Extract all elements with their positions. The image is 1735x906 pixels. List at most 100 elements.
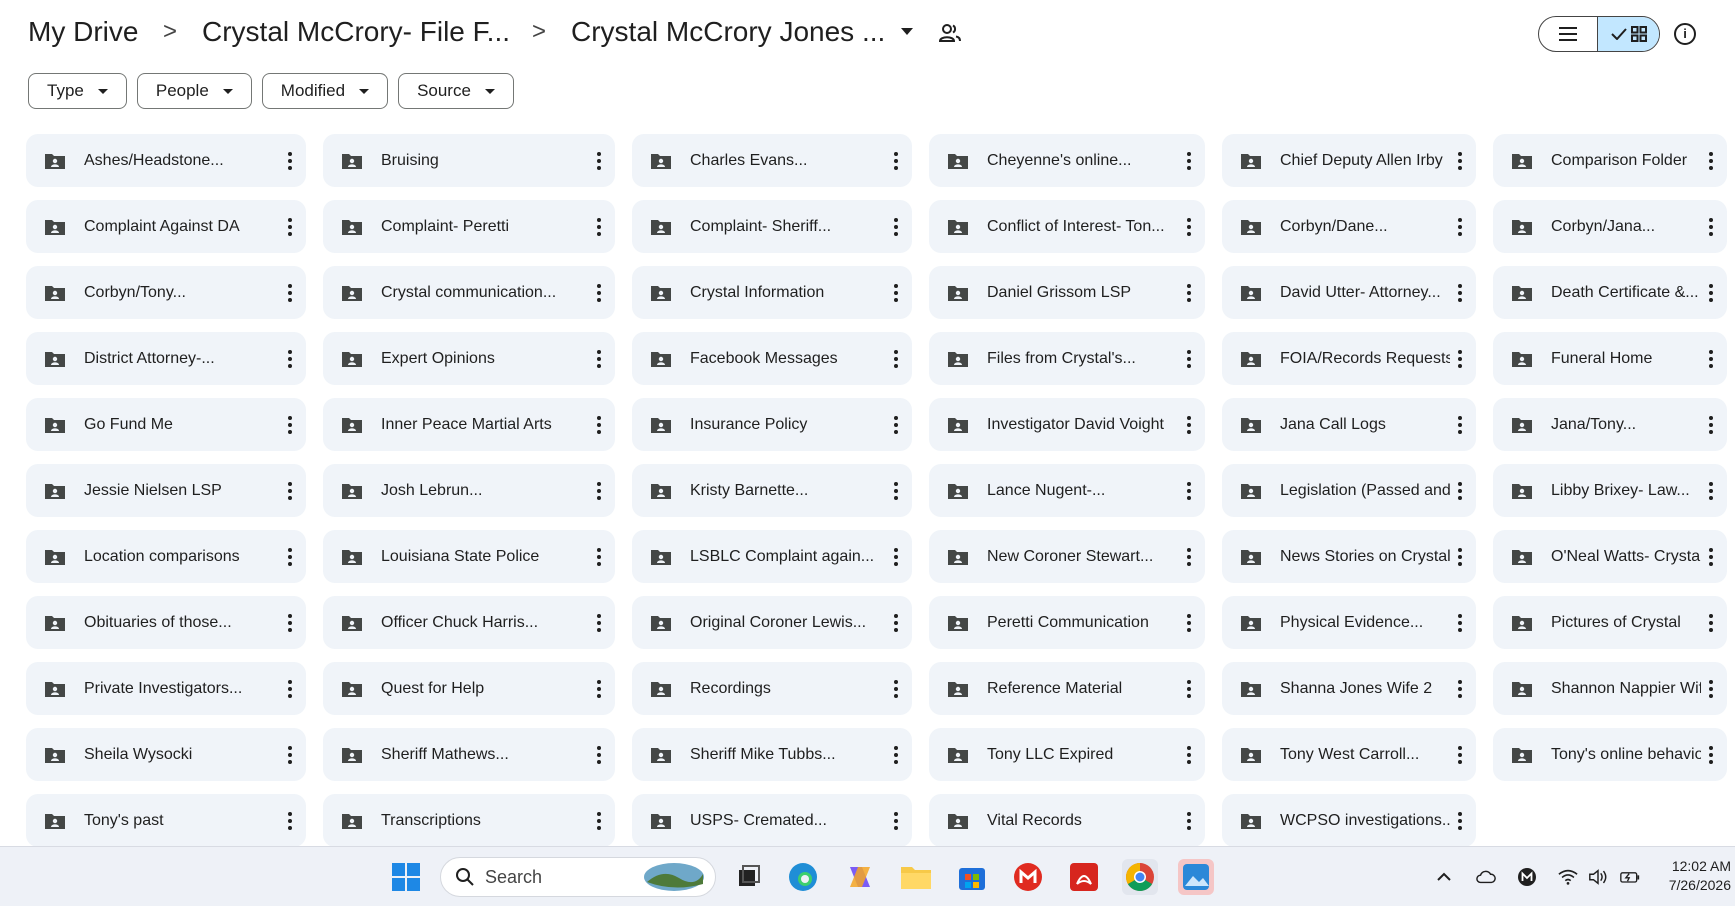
filter-source[interactable]: Source <box>398 73 514 109</box>
more-actions-icon[interactable] <box>1179 149 1199 173</box>
more-actions-icon[interactable] <box>1450 743 1470 767</box>
more-actions-icon[interactable] <box>280 281 300 305</box>
more-actions-icon[interactable] <box>886 743 906 767</box>
more-actions-icon[interactable] <box>886 281 906 305</box>
folder-item[interactable]: Libby Brixey- Law... <box>1493 464 1727 517</box>
more-actions-icon[interactable] <box>589 215 609 239</box>
more-actions-icon[interactable] <box>1179 413 1199 437</box>
folder-item[interactable]: Recordings <box>632 662 912 715</box>
folder-item[interactable]: Tony LLC Expired <box>929 728 1205 781</box>
folder-item[interactable]: Comparison Folder <box>1493 134 1727 187</box>
more-actions-icon[interactable] <box>1701 215 1721 239</box>
folder-item[interactable]: WCPSO investigations... <box>1222 794 1476 846</box>
filter-people[interactable]: People <box>136 73 252 109</box>
folder-item[interactable]: Shannon Nappier Wife 1 <box>1493 662 1727 715</box>
grid-layout-button[interactable] <box>1598 17 1659 51</box>
wifi-icon[interactable] <box>1558 867 1578 887</box>
more-actions-icon[interactable] <box>589 149 609 173</box>
adobe-acrobat-icon[interactable] <box>1066 859 1102 895</box>
taskbar-search[interactable]: Search <box>440 857 716 897</box>
folder-item[interactable]: Sheila Wysocki <box>26 728 306 781</box>
more-actions-icon[interactable] <box>1450 281 1470 305</box>
filter-modified[interactable]: Modified <box>261 73 389 109</box>
more-actions-icon[interactable] <box>1701 545 1721 569</box>
more-actions-icon[interactable] <box>1701 281 1721 305</box>
folder-item[interactable]: Tony's past <box>26 794 306 846</box>
task-view-icon[interactable] <box>730 859 766 895</box>
more-actions-icon[interactable] <box>886 479 906 503</box>
folder-item[interactable]: Bruising <box>323 134 615 187</box>
more-actions-icon[interactable] <box>589 413 609 437</box>
more-actions-icon[interactable] <box>1179 743 1199 767</box>
more-actions-icon[interactable] <box>589 281 609 305</box>
folder-item[interactable]: Crystal Information <box>632 266 912 319</box>
more-actions-icon[interactable] <box>280 413 300 437</box>
folder-item[interactable]: Josh Lebrun... <box>323 464 615 517</box>
edge-browser-icon[interactable] <box>785 859 821 895</box>
more-actions-icon[interactable] <box>886 413 906 437</box>
more-actions-icon[interactable] <box>280 611 300 635</box>
folder-item[interactable]: Complaint- Peretti <box>323 200 615 253</box>
folder-item[interactable]: Legislation (Passed and... <box>1222 464 1476 517</box>
more-actions-icon[interactable] <box>1701 149 1721 173</box>
volume-icon[interactable] <box>1588 867 1608 887</box>
folder-item[interactable]: Complaint- Sheriff... <box>632 200 912 253</box>
more-actions-icon[interactable] <box>1701 677 1721 701</box>
list-layout-button[interactable] <box>1539 17 1599 51</box>
more-actions-icon[interactable] <box>280 149 300 173</box>
folder-item[interactable]: Facebook Messages <box>632 332 912 385</box>
folder-item[interactable]: Kristy Barnette... <box>632 464 912 517</box>
more-actions-icon[interactable] <box>1450 545 1470 569</box>
folder-item[interactable]: Daniel Grissom LSP <box>929 266 1205 319</box>
more-actions-icon[interactable] <box>1701 743 1721 767</box>
more-actions-icon[interactable] <box>589 347 609 371</box>
microsoft-store-icon[interactable] <box>954 859 990 895</box>
system-clock[interactable]: 12:02 AM 7/26/2026 <box>1655 857 1731 895</box>
photos-app-icon[interactable] <box>1178 859 1214 895</box>
more-actions-icon[interactable] <box>280 215 300 239</box>
folder-item[interactable]: Files from Crystal's... <box>929 332 1205 385</box>
folder-item[interactable]: Officer Chuck Harris... <box>323 596 615 649</box>
folder-item[interactable]: New Coroner Stewart... <box>929 530 1205 583</box>
folder-item[interactable]: Inner Peace Martial Arts <box>323 398 615 451</box>
folder-item[interactable]: Jessie Nielsen LSP <box>26 464 306 517</box>
more-actions-icon[interactable] <box>1450 809 1470 833</box>
copilot-icon[interactable] <box>842 859 878 895</box>
more-actions-icon[interactable] <box>280 479 300 503</box>
file-explorer-icon[interactable] <box>898 859 934 895</box>
more-actions-icon[interactable] <box>589 809 609 833</box>
battery-charging-icon[interactable] <box>1620 867 1640 887</box>
folder-item[interactable]: Peretti Communication <box>929 596 1205 649</box>
more-actions-icon[interactable] <box>1450 413 1470 437</box>
folder-item[interactable]: Sheriff Mike Tubbs... <box>632 728 912 781</box>
folder-item[interactable]: Corbyn/Tony... <box>26 266 306 319</box>
folder-item[interactable]: Location comparisons <box>26 530 306 583</box>
more-actions-icon[interactable] <box>1450 611 1470 635</box>
folder-item[interactable]: Conflict of Interest- Ton... <box>929 200 1205 253</box>
more-actions-icon[interactable] <box>1450 347 1470 371</box>
info-icon[interactable]: i <box>1674 23 1696 45</box>
windows-start-icon[interactable] <box>388 859 424 895</box>
more-actions-icon[interactable] <box>589 677 609 701</box>
more-actions-icon[interactable] <box>1701 413 1721 437</box>
more-actions-icon[interactable] <box>886 545 906 569</box>
more-actions-icon[interactable] <box>1701 347 1721 371</box>
onedrive-cloud-icon[interactable] <box>1476 867 1496 887</box>
more-actions-icon[interactable] <box>1179 809 1199 833</box>
more-actions-icon[interactable] <box>1179 479 1199 503</box>
folder-item[interactable]: Shanna Jones Wife 2 <box>1222 662 1476 715</box>
folder-item[interactable]: Death Certificate &... <box>1493 266 1727 319</box>
filter-type[interactable]: Type <box>28 73 127 109</box>
more-actions-icon[interactable] <box>1179 611 1199 635</box>
more-actions-icon[interactable] <box>1450 479 1470 503</box>
more-actions-icon[interactable] <box>1450 215 1470 239</box>
more-actions-icon[interactable] <box>589 611 609 635</box>
folder-item[interactable]: Obituaries of those... <box>26 596 306 649</box>
more-actions-icon[interactable] <box>1701 611 1721 635</box>
folder-item[interactable]: Insurance Policy <box>632 398 912 451</box>
folder-item[interactable]: Lance Nugent-... <box>929 464 1205 517</box>
show-hidden-icons-chevron-icon[interactable] <box>1434 867 1454 887</box>
folder-item[interactable]: Expert Opinions <box>323 332 615 385</box>
shared-people-icon[interactable] <box>938 22 962 44</box>
account-m-icon[interactable] <box>1517 867 1537 887</box>
